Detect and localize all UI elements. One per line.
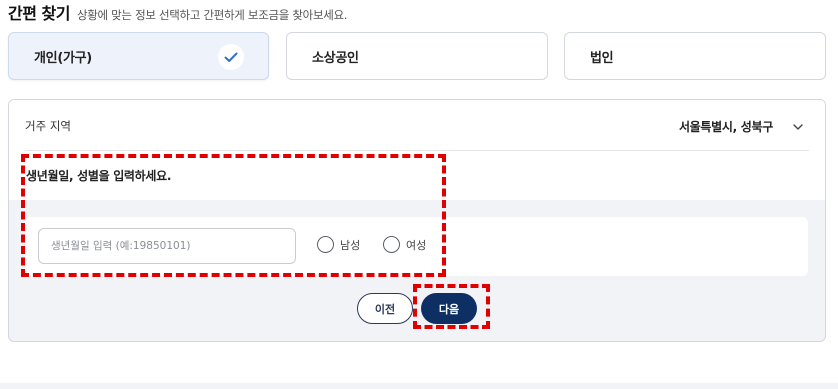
page-header: 간편 찾기 상황에 맞는 정보 선택하고 간편하게 보조금을 찾아보세요. bbox=[8, 0, 348, 23]
type-card-small-business[interactable]: 소상공인 bbox=[286, 32, 548, 80]
birthdate-input[interactable] bbox=[38, 228, 296, 264]
type-card-individual[interactable]: 개인(가구) bbox=[8, 32, 269, 80]
region-label: 거주 지역 bbox=[25, 119, 71, 133]
radio-circle[interactable] bbox=[317, 236, 334, 253]
form-panel: 거주 지역 서울특별시, 성북구 생년월일, 성별을 입력하세요. 남성 여성 … bbox=[8, 99, 826, 342]
check-icon bbox=[218, 44, 244, 70]
gender-label-female: 여성 bbox=[406, 238, 427, 252]
page-title: 간편 찾기 bbox=[8, 4, 70, 23]
bottom-strip bbox=[0, 383, 838, 389]
type-card-label: 법인 bbox=[590, 50, 614, 66]
next-button[interactable]: 다음 bbox=[421, 293, 477, 324]
gender-radio-female[interactable]: 여성 bbox=[383, 236, 426, 253]
gender-label-male: 남성 bbox=[340, 238, 361, 252]
type-card-label: 소상공인 bbox=[312, 50, 359, 66]
prev-button[interactable]: 이전 bbox=[357, 293, 413, 324]
page-subtitle: 상황에 맞는 정보 선택하고 간편하게 보조금을 찾아보세요. bbox=[76, 8, 348, 22]
divider bbox=[25, 150, 809, 151]
birth-gender-prompt: 생년월일, 성별을 입력하세요. bbox=[26, 169, 172, 183]
birth-gender-row: 남성 여성 bbox=[25, 217, 808, 276]
region-select-value[interactable]: 서울특별시, 성북구 bbox=[679, 118, 773, 135]
gender-radio-male[interactable]: 남성 bbox=[317, 236, 360, 253]
type-card-label: 개인(가구) bbox=[34, 50, 92, 66]
radio-circle[interactable] bbox=[383, 236, 400, 253]
chevron-down-icon[interactable] bbox=[791, 119, 805, 133]
type-card-corporation[interactable]: 법인 bbox=[564, 32, 826, 80]
